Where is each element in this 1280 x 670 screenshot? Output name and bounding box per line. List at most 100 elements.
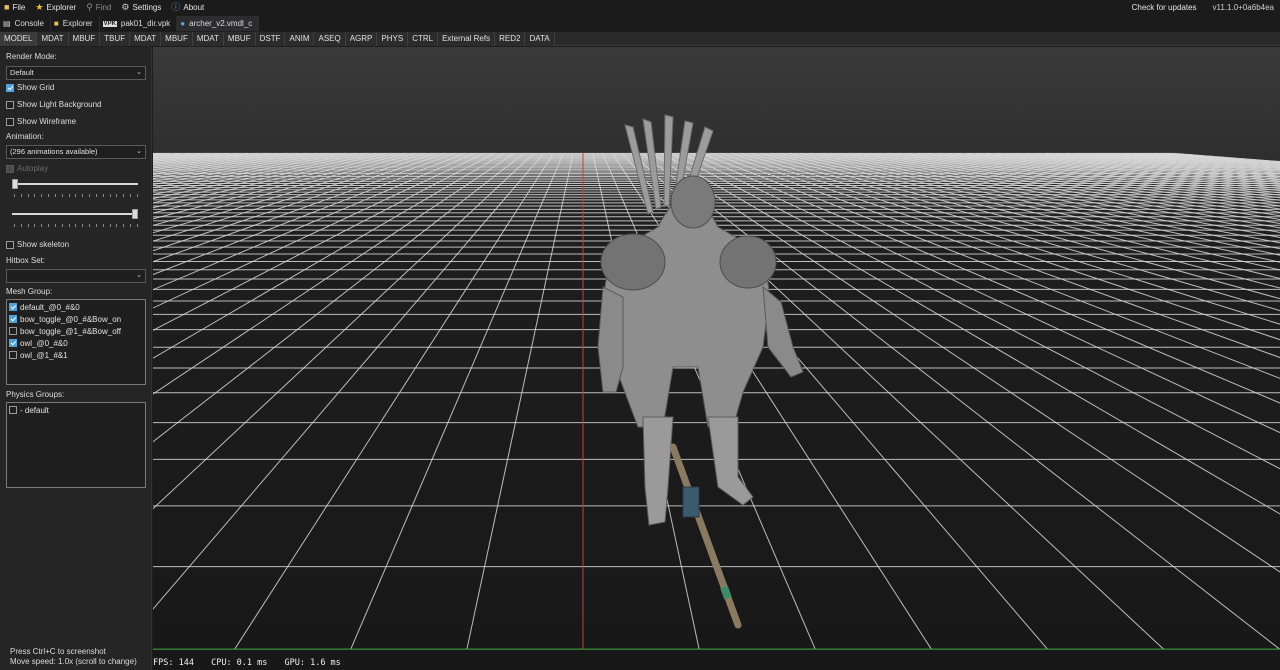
resource-tab-mbuf[interactable]: MBUF bbox=[161, 32, 193, 46]
resource-tab-mbuf[interactable]: MBUF bbox=[223, 32, 256, 46]
show-skeleton-checkbox[interactable]: Show skeleton bbox=[6, 240, 69, 249]
model-lantern bbox=[682, 486, 700, 518]
slider-tick bbox=[54, 224, 56, 227]
slider-tick bbox=[123, 194, 125, 197]
autoplay-checkbox[interactable]: Autoplay bbox=[6, 164, 48, 173]
checkbox-box bbox=[6, 83, 14, 92]
menu-about-label: About bbox=[183, 3, 205, 12]
render-mode-select[interactable]: Default ⌄ bbox=[6, 66, 146, 80]
slider-tick bbox=[130, 224, 132, 227]
resource-tab-anim[interactable]: ANIM bbox=[285, 32, 315, 46]
move-speed-hint: Move speed: 1.0x (scroll to change) bbox=[10, 657, 137, 666]
grid-line bbox=[153, 152, 475, 291]
show-wireframe-checkbox[interactable]: Show Wireframe bbox=[6, 117, 76, 126]
resource-tab-mdat[interactable]: MDAT bbox=[37, 32, 69, 46]
animation-speed-slider[interactable] bbox=[12, 209, 138, 221]
slider-tick bbox=[68, 194, 70, 197]
resource-tab-tbuf[interactable]: TBUF bbox=[100, 32, 131, 46]
resource-tab-mdat[interactable]: MDAT bbox=[130, 32, 162, 46]
animation-frame-slider[interactable] bbox=[12, 179, 138, 191]
hitbox-set-label: Hitbox Set: bbox=[6, 256, 46, 265]
resource-tab-mdat[interactable]: MDAT bbox=[192, 32, 224, 46]
grid-line bbox=[986, 152, 1280, 188]
resource-tab-ctrl[interactable]: CTRL bbox=[408, 32, 439, 46]
hitbox-set-select[interactable]: ⌄ bbox=[6, 269, 146, 283]
checkbox-box bbox=[6, 100, 14, 109]
physics-group-item[interactable]: - default bbox=[7, 404, 145, 416]
slider-tick bbox=[34, 194, 36, 197]
resource-tab-external-refs[interactable]: External Refs bbox=[438, 32, 496, 46]
grid-line bbox=[898, 152, 1280, 210]
slider-tick bbox=[89, 194, 91, 197]
chevron-down-icon: ⌄ bbox=[136, 272, 142, 279]
mesh-group-item[interactable]: default_@0_#&0 bbox=[7, 301, 145, 313]
grid-line bbox=[153, 152, 160, 155]
tab-explorer[interactable]: ■ Explorer bbox=[51, 16, 100, 31]
checkbox-box bbox=[9, 406, 17, 414]
tab-console[interactable]: ▤ Console bbox=[0, 16, 51, 31]
slider-tick bbox=[109, 194, 111, 197]
slider-tick bbox=[75, 224, 77, 227]
mesh-group-item[interactable]: bow_toggle_@1_#&Bow_off bbox=[7, 325, 145, 337]
resource-tab-dstf[interactable]: DSTF bbox=[255, 32, 286, 46]
tab-explorer-label: Explorer bbox=[62, 19, 93, 28]
slider-tick bbox=[95, 224, 97, 227]
resource-tab-aseq[interactable]: ASEQ bbox=[314, 32, 346, 46]
gpu-readout: GPU: 1.6 ms bbox=[284, 658, 341, 668]
slider-tick bbox=[27, 224, 29, 227]
resource-tab-agrp[interactable]: AGRP bbox=[345, 32, 378, 46]
slider-tick bbox=[14, 224, 15, 227]
slider-tick bbox=[75, 194, 77, 197]
show-grid-checkbox[interactable]: Show Grid bbox=[6, 83, 54, 92]
slider-tick bbox=[68, 224, 70, 227]
grid-line bbox=[848, 152, 1280, 229]
fps-readout: FPS: 144 bbox=[153, 658, 194, 668]
physics-groups-label: Physics Groups: bbox=[6, 390, 65, 399]
menu-file[interactable]: ■ File bbox=[0, 0, 31, 15]
animation-select[interactable]: (296 animations available) ⌄ bbox=[6, 145, 146, 159]
3d-viewport[interactable] bbox=[153, 47, 1280, 670]
resource-tab-red2[interactable]: RED2 bbox=[495, 32, 526, 46]
resource-tab-data[interactable]: DATA bbox=[525, 32, 555, 46]
model-left-arm bbox=[597, 286, 624, 393]
slider-thumb[interactable] bbox=[132, 209, 138, 219]
check-updates-button[interactable]: Check for updates bbox=[1124, 3, 1205, 12]
grid-line bbox=[740, 152, 1280, 312]
tab-vpk-label: pak01_dir.vpk bbox=[120, 19, 171, 28]
slider-track bbox=[12, 183, 138, 185]
tab-vpk[interactable]: VPK pak01_dir.vpk bbox=[100, 16, 178, 31]
mesh-group-item[interactable]: owl_@0_#&0 bbox=[7, 337, 145, 349]
grid-line bbox=[681, 152, 1280, 434]
model-right-arm bbox=[762, 285, 804, 378]
mesh-group-item[interactable]: owl_@1_#&1 bbox=[7, 349, 145, 361]
grid-line bbox=[809, 152, 1280, 250]
menu-file-label: File bbox=[12, 3, 26, 12]
show-grid-label: Show Grid bbox=[17, 83, 55, 92]
show-light-background-checkbox[interactable]: Show Light Background bbox=[6, 100, 102, 109]
slider-tick bbox=[82, 194, 84, 197]
model-icon: ● bbox=[180, 19, 186, 28]
resource-tab-mbuf[interactable]: MBUF bbox=[68, 32, 101, 46]
viewport-canvas[interactable] bbox=[153, 47, 1280, 670]
grid-line bbox=[153, 152, 229, 164]
tab-model-file[interactable]: ● archer_v2.vmdl_c bbox=[177, 16, 260, 31]
resource-tab-model[interactable]: MODEL bbox=[0, 32, 38, 46]
mesh-group-list: default_@0_#&0 bow_toggle_@0_#&Bow_on bow_… bbox=[6, 299, 146, 385]
menu-find[interactable]: ⚲ Find bbox=[82, 0, 117, 15]
model-left-leg bbox=[642, 416, 674, 526]
slider-thumb[interactable] bbox=[12, 179, 18, 189]
grid-line bbox=[153, 152, 337, 189]
menu-right-area: Check for updates v11.1.0+0a6b4ea bbox=[1124, 3, 1280, 12]
mesh-group-item[interactable]: bow_toggle_@0_#&Bow_on bbox=[7, 313, 145, 325]
grid-line bbox=[153, 152, 456, 263]
resource-tab-phys[interactable]: PHYS bbox=[377, 32, 409, 46]
menu-about[interactable]: ⓘ About bbox=[167, 0, 210, 15]
grid-line bbox=[153, 152, 485, 309]
menu-settings[interactable]: ⚙ Settings bbox=[117, 0, 167, 15]
model-sidebar: Render Mode: Default ⌄ Show Grid Show Li… bbox=[0, 47, 152, 670]
document-tabs: ▤ Console ■ Explorer VPK pak01_dir.vpk ●… bbox=[0, 15, 1280, 31]
animation-value: (296 animations available) bbox=[10, 147, 98, 156]
mesh-group-item-label: bow_toggle_@0_#&Bow_on bbox=[20, 314, 122, 324]
mesh-group-item-label: default_@0_#&0 bbox=[20, 302, 80, 312]
menu-explorer[interactable]: ★ Explorer bbox=[31, 0, 82, 15]
